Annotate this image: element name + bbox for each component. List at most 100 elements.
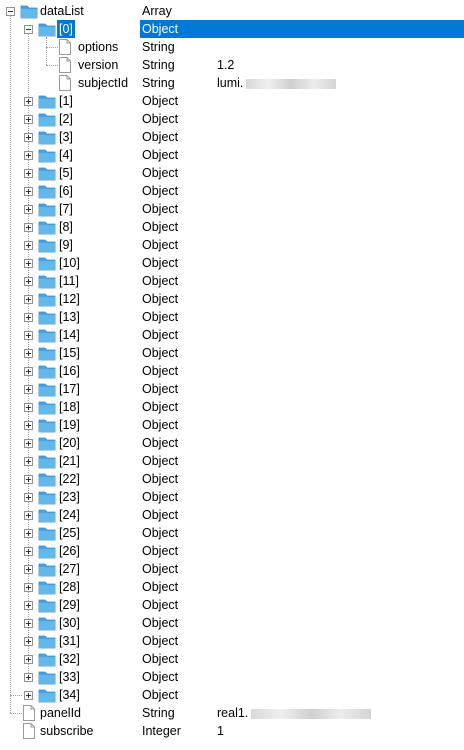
json-tree-view[interactable]: dataList Array [0] Object options String versi… [0,0,464,750]
expand-icon[interactable] [24,115,33,124]
expand-icon[interactable] [24,457,33,466]
folder-icon [38,219,56,235]
expand-icon[interactable] [24,241,33,250]
tree-node-item[interactable]: [34] Object [0,686,464,704]
tree-node-item[interactable]: [25] Object [0,524,464,542]
tree-node-item[interactable]: [27] Object [0,560,464,578]
expand-icon[interactable] [24,511,33,520]
expand-icon[interactable] [24,601,33,610]
tree-node-item[interactable]: [7] Object [0,200,464,218]
node-name: [16] [59,364,80,378]
tree-node-item[interactable]: [33] Object [0,668,464,686]
folder-icon [38,651,56,667]
tree-node-item[interactable]: [13] Object [0,308,464,326]
tree-node-item[interactable]: [4] Object [0,146,464,164]
expand-icon[interactable] [24,421,33,430]
expand-icon[interactable] [24,151,33,160]
expand-icon[interactable] [24,619,33,628]
tree-node-item[interactable]: [21] Object [0,452,464,470]
expand-icon[interactable] [24,673,33,682]
expand-icon[interactable] [24,169,33,178]
tree-node-item[interactable]: [2] Object [0,110,464,128]
expand-icon[interactable] [24,295,33,304]
expand-icon[interactable] [24,529,33,538]
expand-icon[interactable] [24,331,33,340]
node-value-text: lumi. [217,76,244,90]
tree-node-item[interactable]: [32] Object [0,650,464,668]
folder-icon [38,255,56,271]
expand-icon[interactable] [24,97,33,106]
tree-node-item[interactable]: [30] Object [0,614,464,632]
expand-icon[interactable] [24,475,33,484]
expand-icon[interactable] [24,205,33,214]
expand-icon[interactable] [24,637,33,646]
expand-icon[interactable] [24,187,33,196]
tree-node-item[interactable]: [20] Object [0,434,464,452]
tree-node-field-subjectid[interactable]: subjectId String lumi. [0,74,464,92]
expand-icon[interactable] [24,277,33,286]
node-type: Object [142,454,179,468]
expand-icon[interactable] [24,367,33,376]
tree-node-item[interactable]: [31] Object [0,632,464,650]
expand-icon[interactable] [24,349,33,358]
node-name: [4] [59,148,73,162]
expand-icon[interactable] [24,385,33,394]
expand-icon[interactable] [24,403,33,412]
node-type: String [142,76,175,90]
node-name: [31] [59,634,80,648]
expand-icon[interactable] [24,313,33,322]
tree-node-item[interactable]: [15] Object [0,344,464,362]
expand-icon[interactable] [24,583,33,592]
tree-node-item[interactable]: [28] Object [0,578,464,596]
collapse-icon[interactable] [6,7,15,16]
folder-icon [38,201,56,217]
tree-node-field-version[interactable]: version String 1.2 [0,56,464,74]
tree-node-item[interactable]: [23] Object [0,488,464,506]
folder-icon [38,93,56,109]
tree-node-item[interactable]: [22] Object [0,470,464,488]
tree-node-item[interactable]: [5] Object [0,164,464,182]
folder-icon [38,435,56,451]
expand-icon[interactable] [24,655,33,664]
tree-node-item[interactable]: [1] Object [0,92,464,110]
node-type: Object [142,148,179,162]
tree-node-item[interactable]: [11] Object [0,272,464,290]
expand-icon[interactable] [24,259,33,268]
tree-node-item[interactable]: [9] Object [0,236,464,254]
tree-node-item-0[interactable]: [0] Object [0,20,464,38]
expand-icon[interactable] [24,493,33,502]
node-name: [25] [59,526,80,540]
tree-node-datalist[interactable]: dataList Array [0,2,464,20]
tree-node-item[interactable]: [16] Object [0,362,464,380]
tree-node-item[interactable]: [6] Object [0,182,464,200]
tree-node-item[interactable]: [14] Object [0,326,464,344]
tree-node-item[interactable]: [19] Object [0,416,464,434]
node-name: [28] [59,580,80,594]
node-name: [24] [59,508,80,522]
node-type: Object [142,112,179,126]
tree-node-field-panelid[interactable]: panelId String real1. [0,704,464,722]
tree-node-item[interactable]: [26] Object [0,542,464,560]
tree-node-item[interactable]: [12] Object [0,290,464,308]
tree-node-item[interactable]: [8] Object [0,218,464,236]
tree-node-item[interactable]: [29] Object [0,596,464,614]
node-name: [0] [57,20,75,38]
expand-icon[interactable] [24,133,33,142]
expand-icon[interactable] [24,691,33,700]
tree-node-item[interactable]: [17] Object [0,380,464,398]
tree-node-field-options[interactable]: options String [0,38,464,56]
tree-node-item[interactable]: [3] Object [0,128,464,146]
expand-icon[interactable] [24,439,33,448]
tree-node-item[interactable]: [10] Object [0,254,464,272]
expand-icon[interactable] [24,223,33,232]
node-name: [17] [59,382,80,396]
expand-icon[interactable] [24,565,33,574]
tree-node-item[interactable]: [18] Object [0,398,464,416]
collapse-icon[interactable] [24,25,33,34]
tree-node-item[interactable]: [24] Object [0,506,464,524]
node-name: [34] [59,688,80,702]
expand-icon[interactable] [24,547,33,556]
node-type: Array [142,4,172,18]
tree-node-field-subscribe[interactable]: subscribe Integer 1 [0,722,464,740]
node-type: Object [142,310,179,324]
